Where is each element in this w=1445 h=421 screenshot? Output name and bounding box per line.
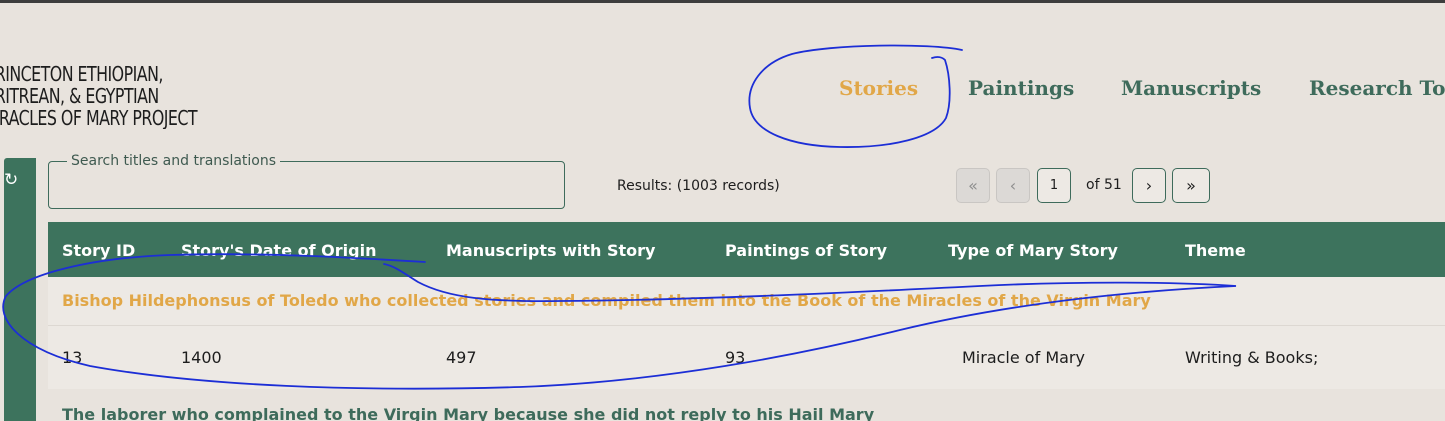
story-title-link[interactable]: The laborer who complained to the Virgin… <box>62 405 874 421</box>
header-theme[interactable]: Theme <box>1185 241 1246 260</box>
header-date-of-origin[interactable]: Story's Date of Origin <box>181 241 376 260</box>
project-logo[interactable]: RINCETON ETHIOPIAN, RITREAN, & EGYPTIAN … <box>0 63 282 129</box>
table-row-title[interactable]: Bishop Hildephonsus of Toledo who collec… <box>48 277 1445 325</box>
cell-paintings: 93 <box>725 348 746 367</box>
cell-manuscripts: 497 <box>446 348 477 367</box>
nav-research-tools[interactable]: Research Too <box>1309 76 1445 100</box>
nav-manuscripts[interactable]: Manuscripts <box>1121 76 1261 100</box>
header-manuscripts[interactable]: Manuscripts with Story <box>446 241 655 260</box>
table-row[interactable]: 13 1400 497 93 Miracle of Mary Writing &… <box>48 325 1445 389</box>
last-page-button[interactable]: » <box>1172 168 1210 203</box>
prev-page-button[interactable]: ‹ <box>996 168 1030 203</box>
header-paintings[interactable]: Paintings of Story <box>725 241 887 260</box>
nav-stories[interactable]: Stories <box>839 76 918 100</box>
nav-paintings[interactable]: Paintings <box>968 76 1074 100</box>
next-page-button[interactable]: › <box>1132 168 1166 203</box>
logo-line-2: RITREAN, & EGYPTIAN <box>0 84 159 108</box>
cell-theme: Writing & Books; <box>1185 348 1319 367</box>
page-number-input[interactable]: 1 <box>1037 168 1071 203</box>
table-row-title[interactable]: The laborer who complained to the Virgin… <box>48 389 1445 421</box>
refresh-icon[interactable]: ↻ <box>4 170 20 190</box>
logo-line-3: IRACLES OF MARY PROJECT <box>0 106 198 129</box>
story-title-link[interactable]: Bishop Hildephonsus of Toledo who collec… <box>62 291 1151 310</box>
top-border <box>0 0 1445 3</box>
search-box[interactable]: Search titles and translations <box>48 153 565 209</box>
table-header: Story ID Story's Date of Origin Manuscri… <box>48 222 1445 277</box>
first-page-button[interactable]: « <box>956 168 990 203</box>
logo-line-1: RINCETON ETHIOPIAN, <box>0 63 163 86</box>
cell-story-id: 13 <box>62 348 83 367</box>
header-type[interactable]: Type of Mary Story <box>948 241 1118 260</box>
cell-date-of-origin: 1400 <box>181 348 222 367</box>
search-input[interactable] <box>61 178 541 194</box>
cell-type: Miracle of Mary <box>962 348 1085 367</box>
results-count: Results: (1003 records) <box>617 178 780 194</box>
filter-sidebar: ↻ <box>4 158 36 421</box>
header-story-id[interactable]: Story ID <box>62 241 135 260</box>
page-total: of 51 <box>1086 177 1122 193</box>
search-label: Search titles and translations <box>67 153 281 169</box>
